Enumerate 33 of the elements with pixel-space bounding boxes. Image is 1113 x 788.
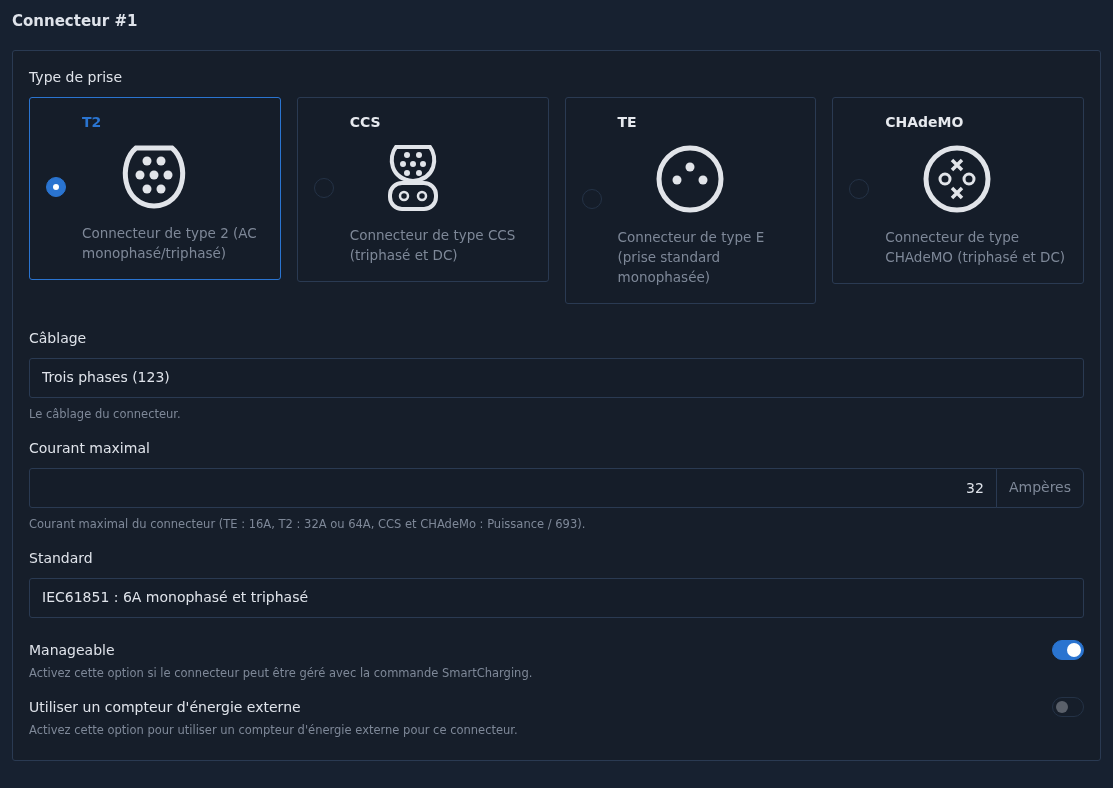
field-label: Type de prise	[29, 67, 122, 87]
option-description: Connecteur de type 2 (AC monophasé/triphasé)	[82, 223, 258, 263]
help-text: Activez cette option pour utiliser un compteur d'énergie externe pour ce connecteur.	[29, 721, 518, 739]
option-title: CHAdeMO	[885, 112, 964, 132]
option-title: T2	[82, 112, 102, 132]
select-field[interactable]: Trois phases (123)	[29, 357, 1084, 398]
field-label: Standard	[29, 548, 93, 568]
select-field[interactable]: IEC61851 : 6A monophasé et triphasé	[29, 577, 1084, 618]
section-title: Connecteur #1	[12, 11, 138, 32]
switch-label: Manageable	[29, 640, 115, 660]
plug-option-card[interactable]: CHAdeMO Connecteur de type CHAdeMO (triphasé et DC)	[832, 96, 1084, 284]
toggle-switch[interactable]	[1052, 640, 1084, 660]
plug-socket-icon	[923, 144, 992, 213]
field-label: Câblage	[29, 328, 87, 348]
plug-option-card[interactable]: T2 Connecteur de type 2 (AC monophasé/triphasé)	[29, 96, 281, 280]
combo-plug-icon	[387, 144, 438, 211]
switch-label: Utiliser un compteur d'énergie externe	[29, 697, 301, 717]
option-title: TE	[617, 112, 637, 132]
field-label: Courant maximal	[29, 438, 150, 458]
option-description: Connecteur de type CHAdeMO (triphasé et DC)	[885, 227, 1067, 267]
option-title: CCS	[349, 112, 381, 132]
unit-label: Ampères	[995, 467, 1084, 508]
option-description: Connecteur de type CCS (triphasé et DC)	[349, 225, 517, 265]
radio-button[interactable]	[46, 177, 66, 197]
help-text: Le câblage du connecteur.	[29, 405, 181, 423]
plug-socket-icon	[655, 144, 724, 213]
help-text: Courant maximal du connecteur (TE : 16A, T2 : 32A ou 64A, CCS et CHAdeMo : Puissance / 693).	[29, 515, 586, 533]
number-field[interactable]: 32	[29, 467, 997, 508]
help-text: Activez cette option si le connecteur peut être géré avec la commande SmartCharging.	[29, 664, 533, 682]
plug-socket-icon	[120, 144, 188, 209]
plug-option-card[interactable]: TE Connecteur de type E (prise standard monophasée)	[564, 96, 817, 304]
option-description: Connecteur de type E (prise standard monophasée)	[617, 227, 766, 287]
plug-option-card[interactable]: CCS Connecteur de type CCS (triphasé et DC)	[296, 96, 549, 282]
